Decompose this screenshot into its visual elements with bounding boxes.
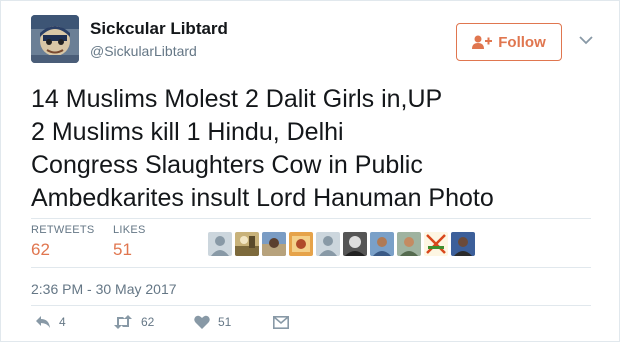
tweet-text-line: Congress Slaughters Cow in Public — [31, 151, 423, 179]
retweet-count: 62 — [141, 315, 155, 329]
likes-stat[interactable]: LIKES 51 — [113, 224, 146, 260]
likes-label: LIKES — [113, 224, 146, 236]
liker-avatar-photo-icon[interactable] — [262, 232, 286, 256]
liker-avatar-photo-icon[interactable] — [235, 232, 259, 256]
divider — [31, 267, 591, 268]
follow-button-label: Follow — [498, 33, 546, 51]
like-count: 51 — [218, 315, 232, 329]
tweet-text-line: Ambedkarites insult Lord Hanuman Photo — [31, 184, 494, 212]
tweet-text: 14 Muslims Molest 2 Dalit Girls in,UP 2 … — [31, 83, 611, 215]
liker-avatar-photo-icon[interactable] — [289, 232, 313, 256]
add-user-icon — [472, 35, 493, 49]
tweet-timestamp[interactable]: 2:36 PM - 30 May 2017 — [31, 281, 177, 297]
retweets-count: 62 — [31, 240, 50, 259]
liker-avatar-default-icon[interactable] — [316, 232, 340, 256]
direct-message-button[interactable] — [273, 313, 289, 331]
masked-face-avatar-icon — [31, 15, 79, 63]
user-display-name[interactable]: Sickcular Libtard — [90, 19, 228, 39]
retweets-stat[interactable]: RETWEETS 62 — [31, 224, 95, 260]
divider — [31, 305, 591, 306]
retweet-button[interactable]: 62 — [113, 313, 154, 331]
user-handle[interactable]: @SickularLibtard — [90, 43, 197, 59]
liker-avatar-photo-icon[interactable] — [451, 232, 475, 256]
reply-count: 4 — [59, 315, 66, 329]
envelope-icon — [273, 315, 289, 329]
tweet-text-line: 2 Muslims kill 1 Hindu, Delhi — [31, 118, 344, 146]
liker-avatar-photo-icon[interactable] — [397, 232, 421, 256]
tweet-card: Sickcular Libtard @SickularLibtard Follo… — [0, 0, 620, 342]
liker-avatar-photo-icon[interactable] — [370, 232, 394, 256]
retweet-icon — [114, 315, 132, 329]
reply-button[interactable]: 4 — [35, 313, 66, 331]
liker-avatars — [208, 232, 475, 256]
chevron-down-icon[interactable] — [579, 35, 593, 45]
user-avatar[interactable] — [31, 15, 79, 63]
liker-avatar-crossed-icon[interactable] — [424, 232, 448, 256]
reply-icon — [36, 316, 50, 328]
tweet-text-line: 14 Muslims Molest 2 Dalit Girls in,UP — [31, 85, 443, 113]
retweets-label: RETWEETS — [31, 224, 95, 236]
heart-icon — [194, 315, 210, 329]
follow-button[interactable]: Follow — [456, 23, 562, 61]
likes-count: 51 — [113, 240, 132, 259]
like-button[interactable]: 51 — [194, 313, 231, 331]
liker-avatar-photo-icon[interactable] — [343, 232, 367, 256]
liker-avatar-default-icon[interactable] — [208, 232, 232, 256]
divider — [31, 218, 591, 219]
